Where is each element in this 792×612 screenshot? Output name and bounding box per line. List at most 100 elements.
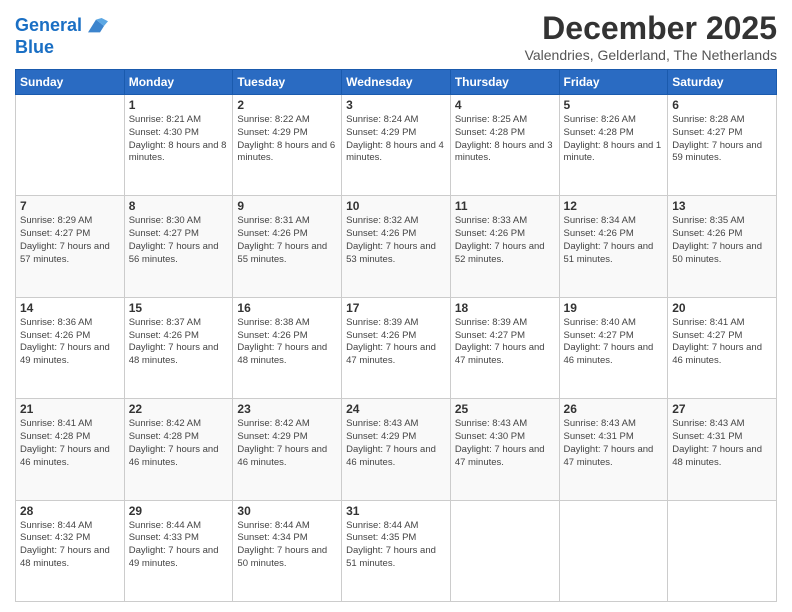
- cell-info: Sunrise: 8:41 AMSunset: 4:28 PMDaylight:…: [20, 418, 120, 469]
- table-row: 22Sunrise: 8:42 AMSunset: 4:28 PMDayligh…: [124, 399, 233, 500]
- table-row: [559, 500, 668, 601]
- title-block: December 2025 Valendries, Gelderland, Th…: [525, 10, 777, 63]
- logo: General Blue: [15, 14, 108, 58]
- cell-info: Sunrise: 8:44 AMSunset: 4:33 PMDaylight:…: [129, 520, 229, 571]
- calendar-table: Sunday Monday Tuesday Wednesday Thursday…: [15, 69, 777, 602]
- day-number: 23: [237, 402, 337, 416]
- cell-info: Sunrise: 8:31 AMSunset: 4:26 PMDaylight:…: [237, 215, 337, 266]
- table-row: [450, 500, 559, 601]
- day-number: 28: [20, 504, 120, 518]
- logo-icon: [84, 14, 108, 38]
- cell-info: Sunrise: 8:39 AMSunset: 4:26 PMDaylight:…: [346, 317, 446, 368]
- logo-text2: Blue: [15, 38, 108, 58]
- cell-info: Sunrise: 8:32 AMSunset: 4:26 PMDaylight:…: [346, 215, 446, 266]
- day-number: 12: [564, 199, 664, 213]
- table-row: 17 Sunrise: 8:39 AMSunset: 4:26 PMDayligh…: [342, 297, 451, 398]
- cell-info: Sunrise: 8:25 AMSunset: 4:28 PMDaylight:…: [455, 114, 555, 165]
- cell-info: Sunrise: 8:44 AMSunset: 4:32 PMDaylight:…: [20, 520, 120, 571]
- table-row: 3Sunrise: 8:24 AMSunset: 4:29 PMDaylight…: [342, 95, 451, 196]
- cell-info: Sunrise: 8:36 AMSunset: 4:26 PMDaylight:…: [20, 317, 120, 368]
- day-number: 27: [672, 402, 772, 416]
- table-row: 2 Sunrise: 8:22 AMSunset: 4:29 PMDaylight…: [233, 95, 342, 196]
- table-row: 25 Sunrise: 8:43 AMSunset: 4:30 PMDayligh…: [450, 399, 559, 500]
- cell-info: Sunrise: 8:40 AMSunset: 4:27 PMDaylight:…: [564, 317, 664, 368]
- day-number: 25: [455, 402, 555, 416]
- day-number: 4: [455, 98, 555, 112]
- table-row: 4 Sunrise: 8:25 AMSunset: 4:28 PMDaylight…: [450, 95, 559, 196]
- col-tuesday: Tuesday: [233, 70, 342, 95]
- day-number: 8: [129, 199, 229, 213]
- col-monday: Monday: [124, 70, 233, 95]
- col-sunday: Sunday: [16, 70, 125, 95]
- table-row: [16, 95, 125, 196]
- day-number: 9: [237, 199, 337, 213]
- table-row: 15 Sunrise: 8:37 AMSunset: 4:26 PMDayligh…: [124, 297, 233, 398]
- cell-info: Sunrise: 8:22 AMSunset: 4:29 PMDaylight:…: [237, 114, 337, 165]
- calendar-week-row: 1Sunrise: 8:21 AMSunset: 4:30 PMDaylight…: [16, 95, 777, 196]
- logo-text: General: [15, 16, 82, 36]
- cell-info: Sunrise: 8:43 AMSunset: 4:31 PMDaylight:…: [672, 418, 772, 469]
- table-row: 26Sunrise: 8:43 AMSunset: 4:31 PMDayligh…: [559, 399, 668, 500]
- cell-info: Sunrise: 8:39 AMSunset: 4:27 PMDaylight:…: [455, 317, 555, 368]
- table-row: [668, 500, 777, 601]
- cell-info: Sunrise: 8:28 AMSunset: 4:27 PMDaylight:…: [672, 114, 772, 165]
- day-number: 5: [564, 98, 664, 112]
- day-number: 30: [237, 504, 337, 518]
- col-friday: Friday: [559, 70, 668, 95]
- cell-info: Sunrise: 8:42 AMSunset: 4:29 PMDaylight:…: [237, 418, 337, 469]
- cell-info: Sunrise: 8:43 AMSunset: 4:29 PMDaylight:…: [346, 418, 446, 469]
- day-number: 14: [20, 301, 120, 315]
- calendar-week-row: 7 Sunrise: 8:29 AMSunset: 4:27 PMDaylight…: [16, 196, 777, 297]
- table-row: 8 Sunrise: 8:30 AMSunset: 4:27 PMDaylight…: [124, 196, 233, 297]
- cell-info: Sunrise: 8:35 AMSunset: 4:26 PMDaylight:…: [672, 215, 772, 266]
- day-number: 18: [455, 301, 555, 315]
- day-number: 2: [237, 98, 337, 112]
- cell-info: Sunrise: 8:37 AMSunset: 4:26 PMDaylight:…: [129, 317, 229, 368]
- cell-info: Sunrise: 8:44 AMSunset: 4:35 PMDaylight:…: [346, 520, 446, 571]
- table-row: 11Sunrise: 8:33 AMSunset: 4:26 PMDayligh…: [450, 196, 559, 297]
- table-row: 14 Sunrise: 8:36 AMSunset: 4:26 PMDayligh…: [16, 297, 125, 398]
- table-row: 9 Sunrise: 8:31 AMSunset: 4:26 PMDaylight…: [233, 196, 342, 297]
- day-number: 29: [129, 504, 229, 518]
- table-row: 6Sunrise: 8:28 AMSunset: 4:27 PMDaylight…: [668, 95, 777, 196]
- cell-info: Sunrise: 8:44 AMSunset: 4:34 PMDaylight:…: [237, 520, 337, 571]
- subtitle: Valendries, Gelderland, The Netherlands: [525, 47, 777, 63]
- cell-info: Sunrise: 8:34 AMSunset: 4:26 PMDaylight:…: [564, 215, 664, 266]
- table-row: 19 Sunrise: 8:40 AMSunset: 4:27 PMDayligh…: [559, 297, 668, 398]
- table-row: 29 Sunrise: 8:44 AMSunset: 4:33 PMDayligh…: [124, 500, 233, 601]
- table-row: 1Sunrise: 8:21 AMSunset: 4:30 PMDaylight…: [124, 95, 233, 196]
- table-row: 13 Sunrise: 8:35 AMSunset: 4:26 PMDayligh…: [668, 196, 777, 297]
- day-number: 17: [346, 301, 446, 315]
- day-number: 1: [129, 98, 229, 112]
- day-number: 24: [346, 402, 446, 416]
- day-number: 15: [129, 301, 229, 315]
- day-number: 20: [672, 301, 772, 315]
- table-row: 23 Sunrise: 8:42 AMSunset: 4:29 PMDayligh…: [233, 399, 342, 500]
- cell-info: Sunrise: 8:38 AMSunset: 4:26 PMDaylight:…: [237, 317, 337, 368]
- header: General Blue December 2025 Valendries, G…: [15, 10, 777, 63]
- table-row: 5Sunrise: 8:26 AMSunset: 4:28 PMDaylight…: [559, 95, 668, 196]
- day-number: 16: [237, 301, 337, 315]
- day-number: 19: [564, 301, 664, 315]
- table-row: 21Sunrise: 8:41 AMSunset: 4:28 PMDayligh…: [16, 399, 125, 500]
- table-row: 31 Sunrise: 8:44 AMSunset: 4:35 PMDayligh…: [342, 500, 451, 601]
- table-row: 18 Sunrise: 8:39 AMSunset: 4:27 PMDayligh…: [450, 297, 559, 398]
- table-row: 24 Sunrise: 8:43 AMSunset: 4:29 PMDayligh…: [342, 399, 451, 500]
- page: General Blue December 2025 Valendries, G…: [0, 0, 792, 612]
- month-title: December 2025: [525, 10, 777, 47]
- cell-info: Sunrise: 8:42 AMSunset: 4:28 PMDaylight:…: [129, 418, 229, 469]
- day-number: 31: [346, 504, 446, 518]
- cell-info: Sunrise: 8:29 AMSunset: 4:27 PMDaylight:…: [20, 215, 120, 266]
- calendar-week-row: 28 Sunrise: 8:44 AMSunset: 4:32 PMDayligh…: [16, 500, 777, 601]
- day-number: 7: [20, 199, 120, 213]
- table-row: 16 Sunrise: 8:38 AMSunset: 4:26 PMDayligh…: [233, 297, 342, 398]
- cell-info: Sunrise: 8:43 AMSunset: 4:30 PMDaylight:…: [455, 418, 555, 469]
- col-wednesday: Wednesday: [342, 70, 451, 95]
- day-number: 13: [672, 199, 772, 213]
- cell-info: Sunrise: 8:30 AMSunset: 4:27 PMDaylight:…: [129, 215, 229, 266]
- table-row: 30 Sunrise: 8:44 AMSunset: 4:34 PMDayligh…: [233, 500, 342, 601]
- col-thursday: Thursday: [450, 70, 559, 95]
- table-row: 12 Sunrise: 8:34 AMSunset: 4:26 PMDayligh…: [559, 196, 668, 297]
- table-row: 20Sunrise: 8:41 AMSunset: 4:27 PMDayligh…: [668, 297, 777, 398]
- day-number: 10: [346, 199, 446, 213]
